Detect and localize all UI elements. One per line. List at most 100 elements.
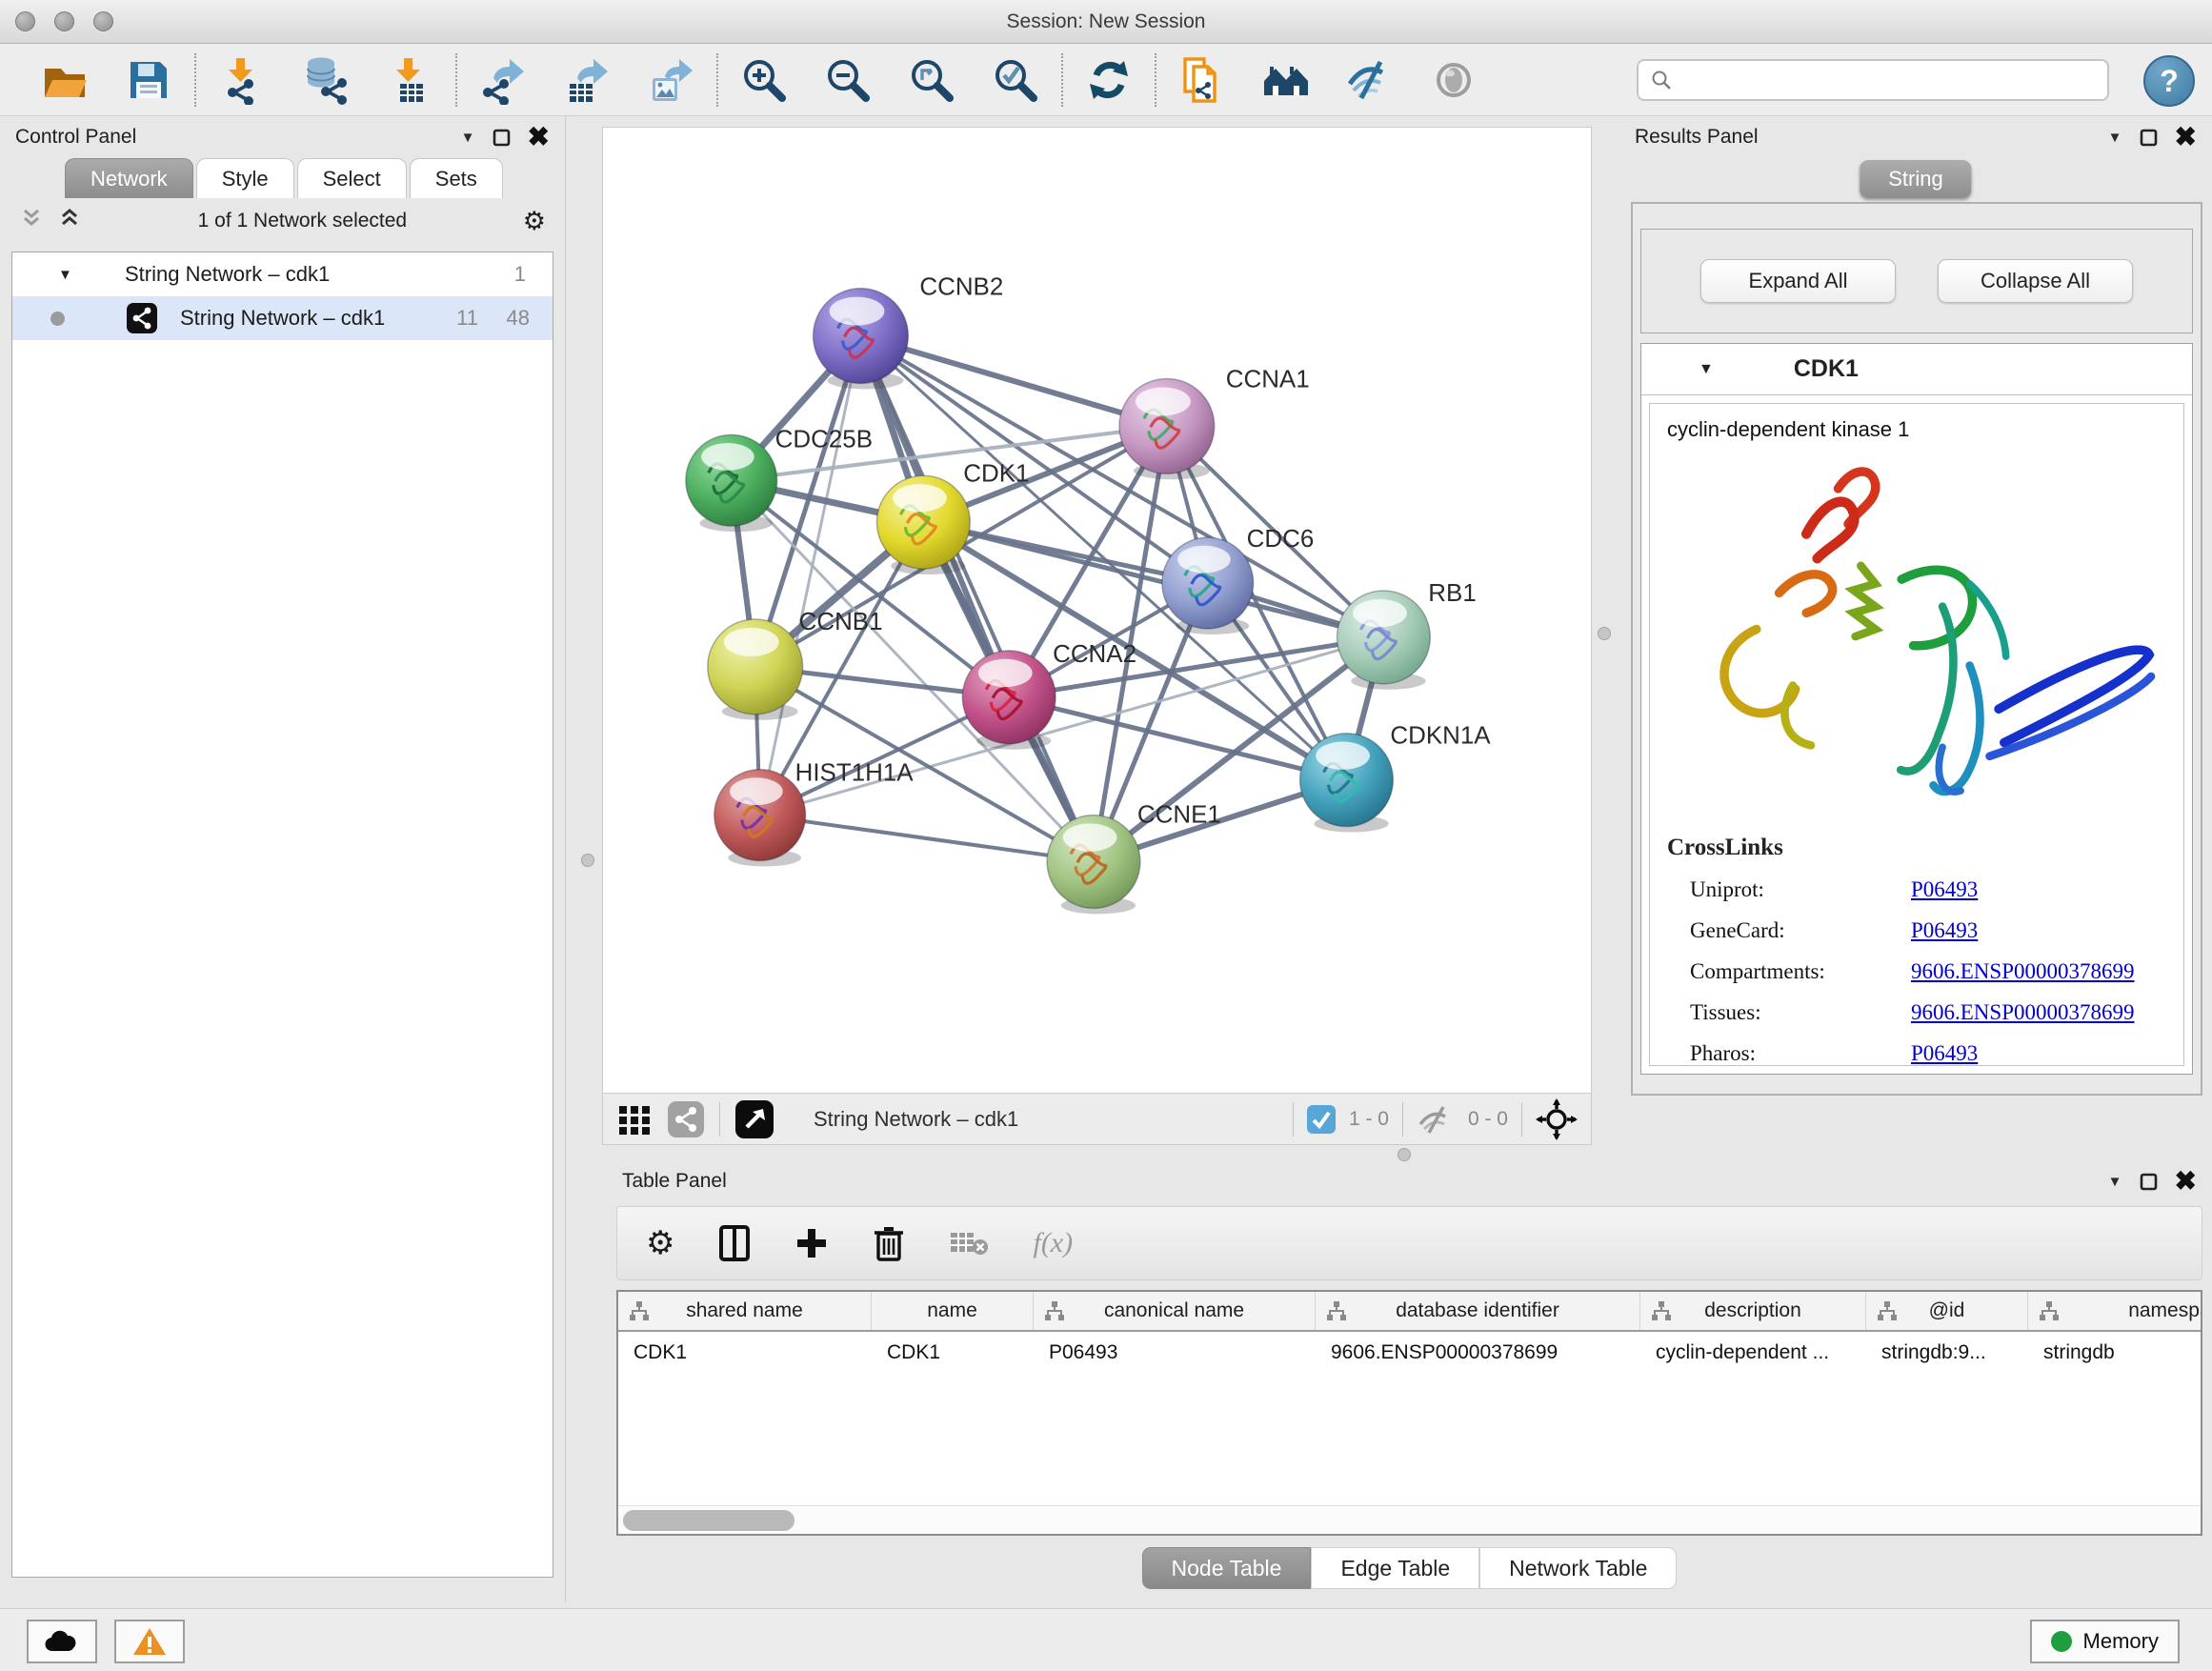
- tissues-link[interactable]: 9606.ENSP00000378699: [1911, 1000, 2135, 1025]
- share-network-icon[interactable]: [668, 1101, 704, 1137]
- scrollbar-thumb[interactable]: [623, 1510, 794, 1531]
- grid-view-icon[interactable]: [616, 1101, 653, 1137]
- close-panel-icon[interactable]: ✖: [2175, 128, 2197, 147]
- column-header-shared-name[interactable]: shared name: [618, 1292, 872, 1330]
- warning-icon: [132, 1626, 167, 1657]
- uniprot-link[interactable]: P06493: [1911, 877, 1978, 902]
- zoom-in-button[interactable]: [722, 48, 806, 112]
- tab-network[interactable]: Network: [65, 158, 193, 198]
- create-column-icon[interactable]: [794, 1226, 829, 1260]
- collapse-all-button[interactable]: Collapse All: [1938, 259, 2133, 303]
- panel-menu-icon[interactable]: ▼: [2108, 130, 2122, 146]
- expander-triangle-icon[interactable]: ▼: [58, 267, 72, 283]
- close-window-button[interactable]: [15, 11, 35, 31]
- show-columns-icon[interactable]: [718, 1224, 751, 1262]
- network-tree: ▼ String Network – cdk1 1 String Network…: [11, 252, 553, 1578]
- save-session-button[interactable]: [107, 48, 191, 112]
- tab-select[interactable]: Select: [297, 158, 407, 198]
- expand-all-button[interactable]: Expand All: [1700, 259, 1896, 303]
- column-header-description[interactable]: description: [1640, 1292, 1866, 1330]
- open-session-button[interactable]: [23, 48, 107, 112]
- hierarchy-icon: [1325, 1299, 1348, 1322]
- export-table-button[interactable]: [545, 48, 629, 112]
- float-panel-icon[interactable]: [2140, 1173, 2158, 1191]
- minimize-window-button[interactable]: [54, 11, 74, 31]
- export-image-button[interactable]: [629, 48, 713, 112]
- network-row-label: String Network – cdk1: [180, 306, 385, 331]
- zoom-out-button[interactable]: [806, 48, 890, 112]
- function-builder-icon[interactable]: f(x): [1033, 1227, 1073, 1259]
- help-button[interactable]: ?: [2143, 55, 2195, 107]
- string-network-graph[interactable]: CCNB2CCNA1CDC25BCDK1CDC6RB1CCNB1CCNA2CDK…: [603, 128, 1591, 1093]
- show-graphics-button[interactable]: [1412, 48, 1496, 112]
- zoom-selected-button[interactable]: [974, 48, 1057, 112]
- column-header-name[interactable]: name: [872, 1292, 1034, 1330]
- network-edge[interactable]: [760, 336, 861, 815]
- selected-checkbox-icon[interactable]: [1307, 1105, 1336, 1134]
- close-panel-icon[interactable]: ✖: [528, 128, 550, 147]
- network-canvas[interactable]: CCNB2CCNA1CDC25BCDK1CDC6RB1CCNB1CCNA2CDK…: [602, 127, 1592, 1094]
- network-edge[interactable]: [923, 522, 1383, 637]
- splitter-handle[interactable]: [1598, 627, 1611, 640]
- gear-icon[interactable]: ⚙: [523, 207, 546, 236]
- node-details-card: ▼ CDK1 cyclin-dependent kinase 1: [1640, 343, 2193, 1075]
- splitter-handle[interactable]: [1398, 1148, 1411, 1161]
- collapse-triangle-icon[interactable]: ▼: [1699, 361, 1714, 378]
- network-collection-row[interactable]: ▼ String Network – cdk1 1: [12, 252, 553, 296]
- network-edge[interactable]: [760, 815, 1094, 862]
- memory-button[interactable]: Memory: [2030, 1620, 2180, 1663]
- control-panel-tabs: Network Style Select Sets: [65, 158, 565, 198]
- search-icon: [1650, 69, 1673, 91]
- import-network-button[interactable]: [200, 48, 284, 112]
- crosshair-icon[interactable]: [1536, 1098, 1578, 1140]
- column-header-database-identifier[interactable]: database identifier: [1316, 1292, 1640, 1330]
- warnings-button[interactable]: [114, 1620, 185, 1663]
- zoom-out-icon: [823, 55, 873, 105]
- houses-button[interactable]: [1244, 48, 1328, 112]
- tab-network-table[interactable]: Network Table: [1479, 1547, 1677, 1589]
- refresh-layout-button[interactable]: [1067, 48, 1151, 112]
- tab-string[interactable]: String: [1860, 160, 1971, 198]
- search-input[interactable]: [1680, 70, 2096, 91]
- float-panel-icon[interactable]: [2140, 129, 2158, 147]
- export-network-button[interactable]: [461, 48, 545, 112]
- close-panel-icon[interactable]: ✖: [2175, 1172, 2197, 1191]
- column-header-namespace[interactable]: namespace: [2028, 1292, 2202, 1330]
- network-row-selected[interactable]: String Network – cdk1 11 48: [12, 296, 553, 340]
- genecard-link[interactable]: P06493: [1911, 918, 1978, 943]
- delete-column-icon[interactable]: [873, 1224, 905, 1262]
- birdseye-view-icon[interactable]: [735, 1100, 774, 1138]
- duplicate-network-button[interactable]: [1160, 48, 1244, 112]
- zoom-window-button[interactable]: [93, 11, 113, 31]
- expand-all-networks-icon[interactable]: [19, 206, 44, 236]
- table-settings-gear-icon[interactable]: ⚙: [646, 1224, 674, 1262]
- column-header-id[interactable]: @id: [1866, 1292, 2028, 1330]
- column-header-canonical-name[interactable]: canonical name: [1034, 1292, 1316, 1330]
- tab-style[interactable]: Style: [196, 158, 294, 198]
- float-panel-icon[interactable]: [493, 129, 511, 147]
- tab-node-table[interactable]: Node Table: [1142, 1547, 1312, 1589]
- panel-menu-icon[interactable]: ▼: [2108, 1174, 2122, 1190]
- delete-table-icon[interactable]: [949, 1227, 989, 1259]
- network-collection-label: String Network – cdk1: [125, 262, 330, 287]
- tab-sets[interactable]: Sets: [410, 158, 503, 198]
- pharos-link[interactable]: P06493: [1911, 1041, 1978, 1066]
- splitter-handle[interactable]: [581, 854, 594, 867]
- gene-description: cyclin-dependent kinase 1: [1667, 417, 2166, 442]
- compartments-link[interactable]: 9606.ENSP00000378699: [1911, 959, 2135, 984]
- hide-graphics-button[interactable]: [1328, 48, 1412, 112]
- node-table: shared name name canonical name database…: [616, 1290, 2202, 1536]
- crosslinks-title: CrossLinks: [1667, 835, 2166, 861]
- gene-section-header[interactable]: ▼ CDK1: [1641, 344, 2192, 395]
- table-toolbar: ⚙ f(x): [616, 1206, 2202, 1280]
- hidden-eye-icon[interactable]: [1417, 1103, 1455, 1136]
- tab-edge-table[interactable]: Edge Table: [1311, 1547, 1479, 1589]
- import-table-button[interactable]: [368, 48, 452, 112]
- zoom-fit-button[interactable]: [890, 48, 974, 112]
- table-row[interactable]: CDK1 CDK1 P06493 9606.ENSP00000378699 cy…: [618, 1332, 2202, 1374]
- cloud-button[interactable]: [27, 1620, 97, 1663]
- collapse-all-networks-icon[interactable]: [57, 206, 82, 236]
- panel-menu-icon[interactable]: ▼: [461, 130, 475, 146]
- export-image-icon: [646, 55, 695, 105]
- import-database-button[interactable]: [284, 48, 368, 112]
